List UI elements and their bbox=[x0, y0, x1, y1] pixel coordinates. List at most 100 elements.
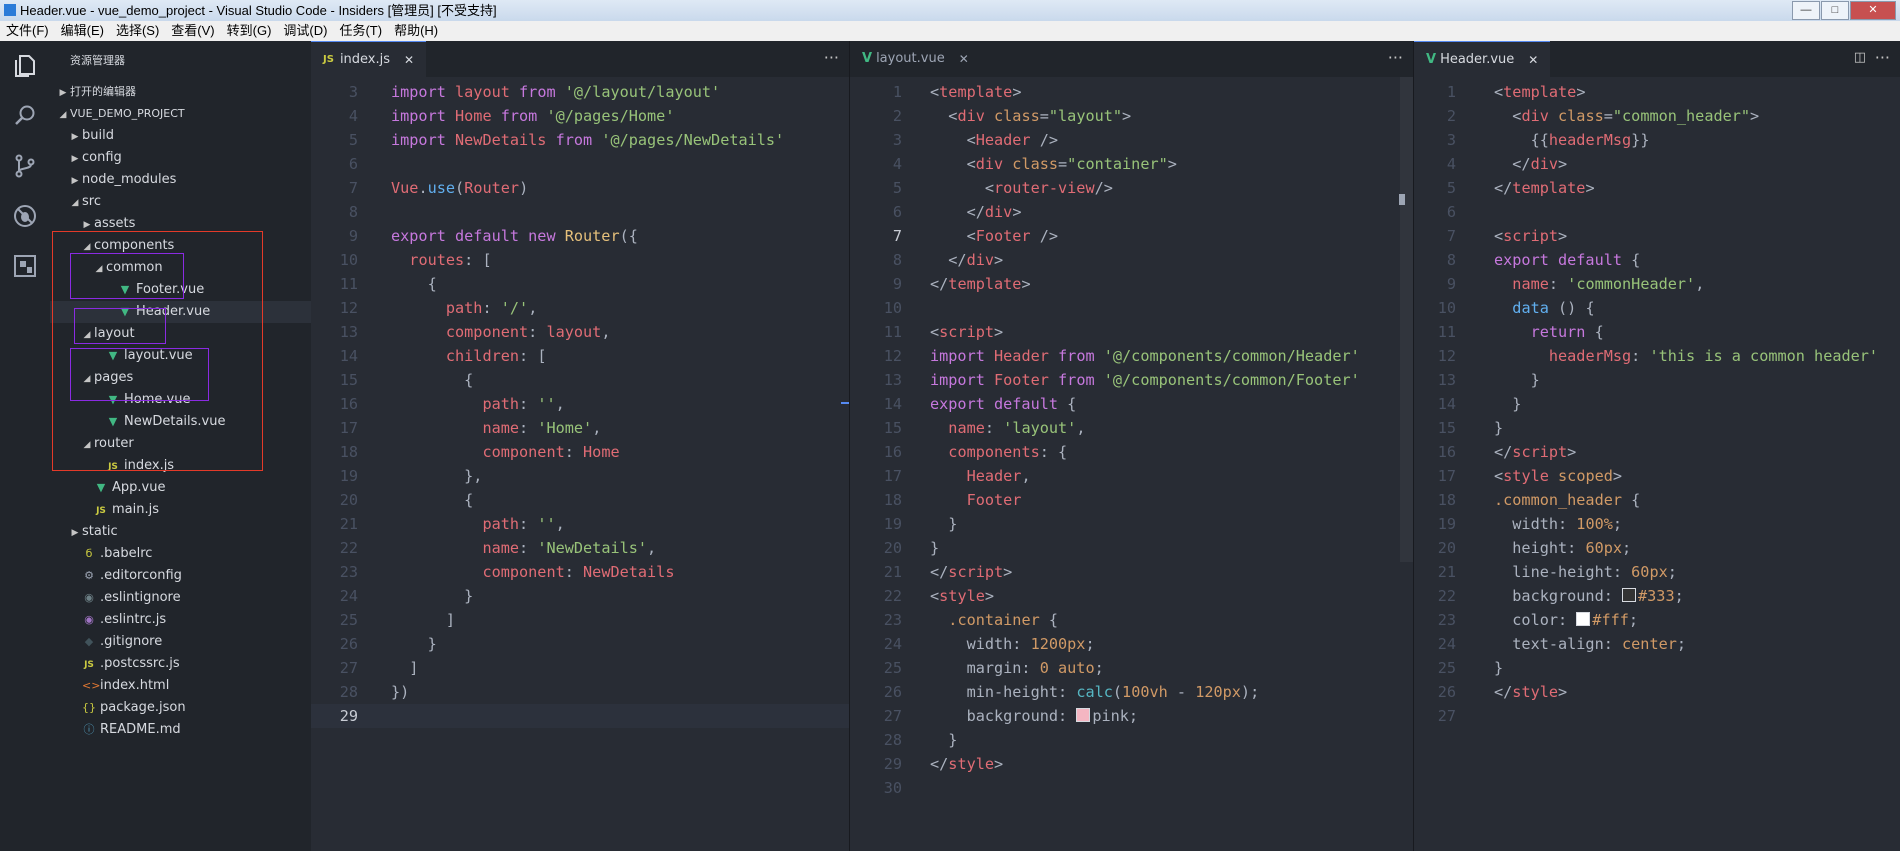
more-actions-icon[interactable]: ··· bbox=[1875, 41, 1890, 75]
tab-layout-vue[interactable]: V layout.vue ✕ bbox=[850, 41, 981, 77]
code-line: 29 bbox=[311, 704, 849, 728]
tree-item-label: .eslintrc.js bbox=[100, 612, 167, 627]
line-number: 19 bbox=[1437, 515, 1456, 533]
file-item[interactable]: <>index.html bbox=[50, 675, 311, 697]
close-tab-icon[interactable]: ✕ bbox=[404, 42, 414, 78]
line-number: 20 bbox=[883, 539, 902, 557]
explorer-icon[interactable] bbox=[0, 41, 50, 91]
tab-bar-3: V Header.vue ✕ ◫ ··· bbox=[1414, 41, 1900, 78]
file-item[interactable]: JS main.js bbox=[50, 499, 311, 521]
code-text: <router-view/> bbox=[930, 179, 1113, 197]
maximize-button[interactable]: □ bbox=[1821, 1, 1849, 20]
split-editor-icon[interactable]: ◫ bbox=[1854, 41, 1866, 75]
line-number: 9 bbox=[1446, 275, 1456, 293]
line-number: 6 bbox=[1446, 203, 1456, 221]
code-area-2[interactable]: 1 <template> 2 <div class="layout"> 3 <Head… bbox=[850, 77, 1413, 800]
line-number: 27 bbox=[339, 659, 358, 677]
file-item[interactable]: ◉ .eslintignore bbox=[50, 587, 311, 609]
code-text: <template> bbox=[930, 83, 1022, 101]
tab-label: index.js bbox=[339, 52, 391, 67]
close-tab-icon[interactable]: ✕ bbox=[1528, 42, 1538, 78]
code-text: </div> bbox=[930, 203, 1022, 221]
menu-selection[interactable]: 选择(S) bbox=[110, 21, 165, 41]
code-line: 6 bbox=[1414, 200, 1900, 224]
code-line: 18 component: Home bbox=[311, 440, 849, 464]
line-number: 23 bbox=[339, 563, 358, 581]
tab-index-js[interactable]: JS index.js ✕ bbox=[311, 41, 427, 78]
more-actions-icon[interactable]: ··· bbox=[1388, 41, 1403, 75]
scrollbar-2[interactable] bbox=[1399, 77, 1413, 851]
folder-item[interactable]: ▶ build bbox=[50, 125, 311, 147]
code-text: ] bbox=[391, 611, 456, 629]
line-number: 4 bbox=[892, 155, 902, 173]
close-tab-icon[interactable]: ✕ bbox=[959, 41, 969, 77]
code-text: </script> bbox=[930, 563, 1013, 581]
line-number: 15 bbox=[339, 371, 358, 389]
menu-tasks[interactable]: 任务(T) bbox=[333, 21, 388, 41]
code-line: 12 path: '/', bbox=[311, 296, 849, 320]
menu-help[interactable]: 帮助(H) bbox=[388, 21, 444, 41]
code-text: <Footer /> bbox=[930, 227, 1059, 245]
file-item[interactable]: JS .postcssrc.js bbox=[50, 653, 311, 675]
editor-group-1: JS index.js ✕ ··· 3 import layout from '@… bbox=[311, 41, 849, 851]
chevron-right-icon: ▶ bbox=[71, 176, 79, 186]
code-line: 26 } bbox=[311, 632, 849, 656]
tab-header-vue[interactable]: V Header.vue ✕ bbox=[1414, 41, 1551, 78]
editor-group-3: V Header.vue ✕ ◫ ··· 1 <template> 2 <div c… bbox=[1414, 41, 1900, 851]
file-item[interactable]: {} package.json bbox=[50, 697, 311, 719]
file-item[interactable]: б .babelrc bbox=[50, 543, 311, 565]
code-text: name: 'commonHeader', bbox=[1512, 275, 1705, 293]
line-number: 13 bbox=[1437, 371, 1456, 389]
activity-bar bbox=[0, 41, 50, 851]
more-actions-icon[interactable]: ··· bbox=[824, 41, 839, 75]
file-item[interactable]: ▼ App.vue bbox=[50, 477, 311, 499]
code-text: component: layout, bbox=[445, 323, 611, 341]
file-item[interactable]: ⚙ .editorconfig bbox=[50, 565, 311, 587]
debug-icon[interactable] bbox=[0, 191, 50, 241]
code-text: name: 'NewDetails', bbox=[482, 539, 657, 557]
menu-debug[interactable]: 调试(D) bbox=[277, 21, 333, 41]
code-line: 15 name: 'layout', bbox=[850, 416, 1413, 440]
menu-edit[interactable]: 编辑(E) bbox=[55, 21, 110, 41]
window-title: Header.vue - vue_demo_project - Visual S… bbox=[20, 3, 497, 18]
code-line: 7 <script> bbox=[1414, 224, 1900, 248]
tree-item-label: package.json bbox=[100, 700, 186, 715]
menu-goto[interactable]: 转到(G) bbox=[221, 21, 278, 41]
code-text: } bbox=[1494, 371, 1540, 389]
code-text: .common_header { bbox=[1494, 491, 1641, 509]
folder-item[interactable]: ▶ static bbox=[50, 521, 311, 543]
tree-item-label: .gitignore bbox=[100, 634, 163, 649]
open-editors-section[interactable]: ▶ 打开的编辑器 bbox=[50, 81, 311, 103]
code-text: }) bbox=[391, 683, 410, 701]
code-line: 10 routes: [ bbox=[311, 248, 849, 272]
code-area-3[interactable]: 1 <template> 2 <div class="common_header">… bbox=[1414, 77, 1900, 728]
folder-item[interactable]: ▶ node_modules bbox=[50, 169, 311, 191]
folder-item[interactable]: ◢ src bbox=[50, 191, 311, 213]
code-text: children: [ bbox=[445, 347, 547, 365]
code-text: component: Home bbox=[482, 443, 620, 461]
search-icon[interactable] bbox=[0, 91, 50, 141]
folder-item[interactable]: ▶ config bbox=[50, 147, 311, 169]
tree-item-label: App.vue bbox=[112, 480, 166, 495]
file-item[interactable]: ◉ .eslintrc.js bbox=[50, 609, 311, 631]
code-area-1[interactable]: 3 import layout from '@/layout/layout' 4 im… bbox=[311, 77, 849, 728]
code-line: 16 components: { bbox=[850, 440, 1413, 464]
code-line: 17 name: 'Home', bbox=[311, 416, 849, 440]
tree-item-label: .babelrc bbox=[100, 546, 153, 561]
color-swatch-icon bbox=[1622, 588, 1637, 602]
line-number: 26 bbox=[883, 683, 902, 701]
code-line: 10 data () { bbox=[1414, 296, 1900, 320]
menu-file[interactable]: 文件(F) bbox=[0, 21, 55, 41]
extensions-icon[interactable] bbox=[0, 241, 50, 291]
minimize-button[interactable]: — bbox=[1792, 1, 1820, 20]
project-section[interactable]: ◢ VUE_DEMO_PROJECT bbox=[50, 103, 311, 125]
menu-view[interactable]: 查看(V) bbox=[165, 21, 220, 41]
line-number: 3 bbox=[892, 131, 902, 149]
source-control-icon[interactable] bbox=[0, 141, 50, 191]
scrollbar-1[interactable] bbox=[835, 77, 849, 851]
code-line: 2 <div class="layout"> bbox=[850, 104, 1413, 128]
close-button[interactable]: ✕ bbox=[1850, 1, 1896, 20]
file-item[interactable]: ◆ .gitignore bbox=[50, 631, 311, 653]
file-item[interactable]: ⓘ README.md bbox=[50, 719, 311, 741]
code-line: 14 } bbox=[1414, 392, 1900, 416]
